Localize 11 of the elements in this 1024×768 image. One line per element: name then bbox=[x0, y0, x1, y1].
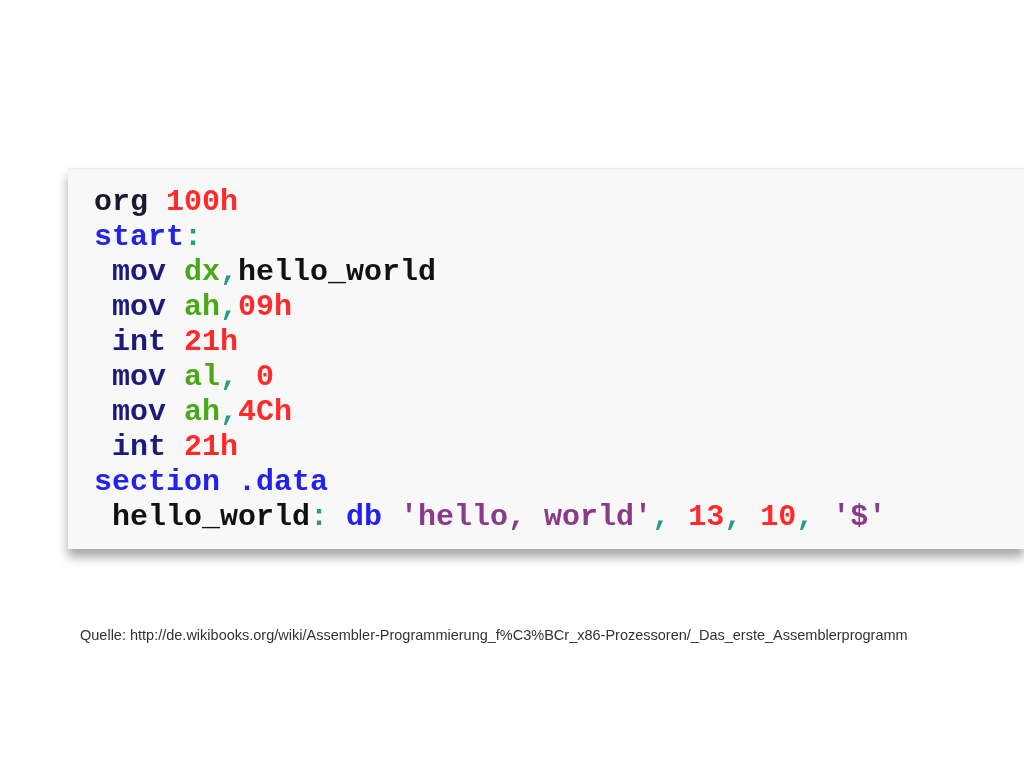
code-line: int 21h bbox=[111, 430, 239, 465]
code-line: hello_world: db 'hello, world', 13, 10, '$' bbox=[111, 500, 887, 535]
code-line: mov al, 0 bbox=[111, 360, 275, 395]
code-line: mov ah,09h bbox=[111, 290, 293, 325]
code-line: org 100h bbox=[94, 185, 239, 220]
code-line: mov ah,4Ch bbox=[111, 395, 293, 430]
code-line: start: bbox=[94, 220, 203, 255]
code-line: int 21h bbox=[111, 325, 239, 360]
source-caption: Quelle: http://de.wikibooks.org/wiki/Assembler-Programmierung_f%C3%BCr_x86-Prozessoren/_Das_erste_Assemblerprogramm bbox=[80, 627, 908, 643]
code-line: section .data bbox=[94, 465, 329, 500]
code-line: mov dx,hello_world bbox=[111, 255, 437, 290]
